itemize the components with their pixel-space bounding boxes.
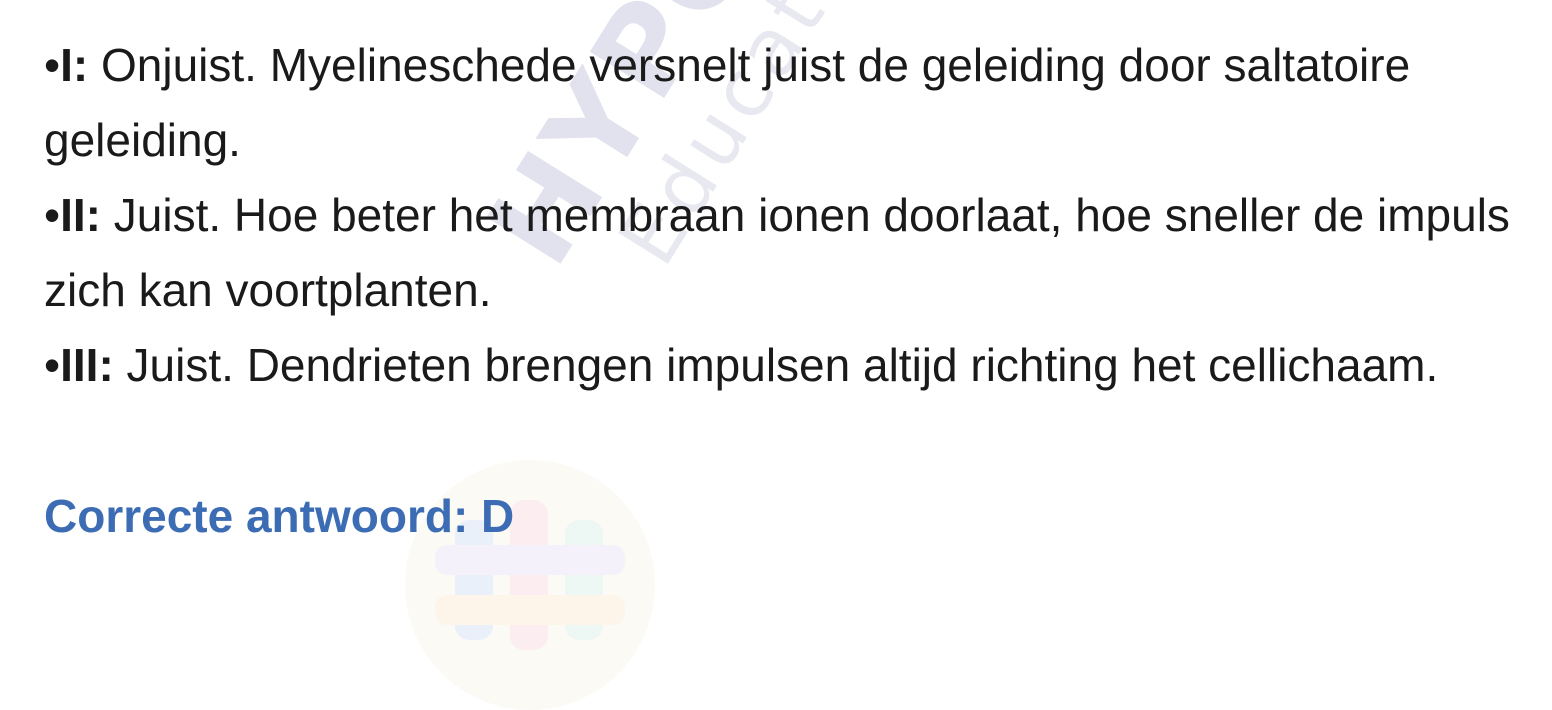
statement-text: Juist. Dendrieten brengen impulsen altij… (113, 339, 1439, 391)
statement-label: II: (60, 189, 101, 241)
explanation-content: •I: Onjuist. Myelineschede versnelt juis… (44, 28, 1524, 554)
bullet: • (44, 339, 61, 391)
bullet: • (44, 189, 61, 241)
statement-text: Onjuist. Myelineschede versnelt juist de… (44, 39, 1411, 166)
correct-answer: Correcte antwoord: D (44, 490, 515, 542)
statement-label: III: (60, 339, 114, 391)
bullet: • (44, 39, 61, 91)
statement-1: •I: Onjuist. Myelineschede versnelt juis… (44, 28, 1524, 178)
statement-2: •II: Juist. Hoe beter het membraan ionen… (44, 178, 1524, 328)
statement-label: I: (60, 39, 89, 91)
statement-3: •III: Juist. Dendrieten brengen impulsen… (44, 328, 1524, 403)
statement-text: Juist. Hoe beter het membraan ionen door… (44, 189, 1510, 316)
